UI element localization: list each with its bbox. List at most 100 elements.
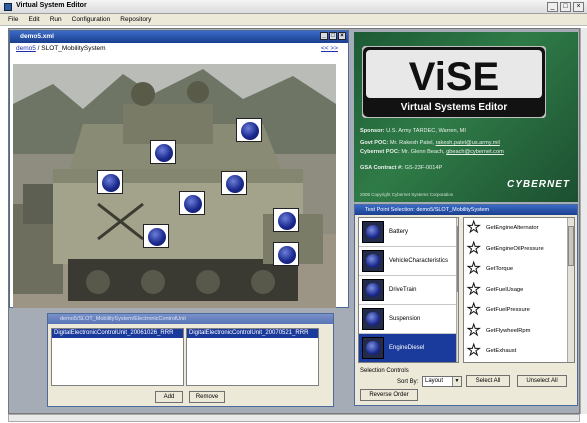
subsystem-window-title: demo5/SLOT_MobilitySystem/ElectronicCont… [48, 314, 333, 324]
test-function-item[interactable]: ★ GetFlywheelRpm [464, 321, 574, 342]
subsystem-icon [362, 221, 384, 243]
cybernet-poc-label: Cybernet POC: [360, 149, 400, 155]
test-point-side-lower[interactable] [273, 242, 299, 266]
breadcrumb-path: / SLOT_MobilitySystem [35, 45, 106, 52]
cybernet-poc-line: Cybernet POC: Mr. Glenn Beach, gbeach@cy… [360, 149, 504, 155]
test-function-item[interactable]: ★ GetEngineAlternator [464, 218, 574, 239]
subsystem-label: Battery [389, 229, 409, 235]
add-button[interactable]: Add [155, 391, 183, 403]
star-icon[interactable]: ★ [466, 219, 480, 236]
subsystem-versions-window: demo5/SLOT_MobilitySystem/ElectronicCont… [47, 313, 334, 407]
menu-repository[interactable]: Repository [120, 14, 151, 25]
select-all-button[interactable]: Select All [466, 375, 510, 387]
demo-close-button[interactable]: × [338, 32, 346, 40]
demo-window-title-text: demo5.xml [20, 33, 54, 40]
menu-configuration[interactable]: Configuration [72, 14, 111, 25]
star-icon[interactable]: ★ [466, 301, 480, 318]
remove-button[interactable]: Remove [189, 391, 225, 403]
app-titlebar: Virtual System Editor _ □ × [0, 0, 587, 14]
sort-by-select[interactable]: Layout ▼ [422, 376, 462, 387]
selected-list[interactable]: DigitalElectronicControlUnit_20070521_RR… [186, 328, 319, 386]
cybernet-poc-email[interactable]: gbeach@cybernet.com [446, 149, 504, 155]
subsystem-label: DriveTrain [389, 287, 417, 293]
test-function-item[interactable]: ★ GetEngineOilPressure [464, 239, 574, 260]
subsystem-item-drive-train[interactable]: DriveTrain [359, 276, 458, 305]
test-function-label: GetFuelUsage [486, 286, 524, 293]
cybernet-brand: CYBERNET [506, 179, 570, 190]
chevron-down-icon[interactable]: ▼ [452, 377, 461, 386]
test-point-selection-window: Test Point Selection: demo5/SLOT_Mobilit… [354, 204, 578, 406]
sponsor-value: U.S. Army TARDEC, Warren, MI [386, 128, 466, 134]
maximize-button[interactable]: □ [560, 2, 571, 12]
subsystem-item-engine-diesel[interactable]: EngineDiesel [359, 334, 458, 362]
copyright-text: 2006 Copyright Cybernet Systems Corporat… [360, 192, 454, 197]
unselect-all-button[interactable]: Unselect All [517, 375, 567, 387]
subsystem-item-vehicle-characteristics[interactable]: VehicleCharacteristics [359, 247, 458, 276]
subsystem-label: Suspension [389, 316, 421, 322]
test-function-scrollbar-thumb[interactable] [568, 226, 574, 266]
horizontal-scrollbar[interactable] [8, 414, 580, 422]
selected-list-item[interactable]: DigitalElectronicControlUnit_20070521_RR… [187, 329, 318, 338]
star-icon[interactable]: ★ [466, 240, 480, 257]
star-icon[interactable]: ★ [466, 260, 480, 277]
test-function-item[interactable]: ★ GetExhaust [464, 341, 574, 362]
menu-bar: File Edit Run Configuration Repository [0, 14, 587, 26]
minimize-button[interactable]: _ [547, 2, 558, 12]
subsystem-item-suspension[interactable]: Suspension [359, 305, 458, 334]
test-function-label: GetEngineOilPressure [486, 245, 544, 252]
govt-poc-label: Govt POC: [360, 140, 389, 146]
test-point-turret-right[interactable] [236, 118, 262, 142]
star-icon[interactable]: ★ [466, 281, 480, 298]
subsystem-icon [362, 337, 384, 359]
test-function-label: GetEngineAlternator [486, 225, 539, 231]
close-button[interactable]: × [573, 2, 584, 12]
test-point-hull-right[interactable] [221, 171, 247, 195]
selection-controls-label: Selection Controls [360, 368, 409, 374]
menu-run[interactable]: Run [50, 14, 62, 25]
nav-arrows[interactable]: << >> [321, 43, 338, 55]
govt-poc-line: Govt POC: Mr. Rakesh Patel, rakesh.patel… [360, 140, 500, 146]
available-list[interactable]: DigitalElectronicControlUnit_20061026_RR… [51, 328, 184, 386]
subsystem-icon [362, 308, 384, 330]
demo-minimize-button[interactable]: _ [320, 32, 328, 40]
test-point-hull-left[interactable] [97, 170, 123, 194]
vise-logo-text: ViSE [409, 55, 499, 99]
sort-by-label: Sort By: [397, 379, 419, 385]
reverse-order-button[interactable]: Reverse Order [360, 389, 418, 401]
breadcrumb-link[interactable]: demo5 [16, 45, 36, 52]
demo-window-title: demo5.xml _ □ × [10, 31, 348, 43]
test-point-hull-center[interactable] [179, 191, 205, 215]
test-function-list[interactable]: ★ GetEngineAlternator ★ GetEngineOilPres… [463, 217, 575, 363]
vise-banner: ViSE Virtual Systems Editor Sponsor: U.S… [354, 32, 578, 202]
demo-maximize-button[interactable]: □ [329, 32, 337, 40]
govt-poc-email[interactable]: rakesh.patel@us.army.mil [436, 140, 500, 146]
test-point-front-lower[interactable] [143, 224, 169, 248]
test-function-item[interactable]: ★ GetFuelPressure [464, 300, 574, 321]
star-icon[interactable]: ★ [466, 322, 480, 339]
subsystem-label: VehicleCharacteristics [389, 258, 449, 264]
test-function-scrollbar[interactable] [567, 218, 574, 362]
subsystem-item-battery[interactable]: Battery [359, 218, 458, 247]
star-icon[interactable]: ★ [466, 342, 480, 359]
subsystem-list[interactable]: Battery VehicleCharacteristics DriveTrai… [358, 217, 459, 363]
menu-file[interactable]: File [8, 14, 18, 25]
available-list-item[interactable]: DigitalElectronicControlUnit_20061026_RR… [52, 329, 183, 338]
subsystem-scrollbar-thumb[interactable] [457, 226, 458, 292]
test-point-selection-title: Test Point Selection: demo5/SLOT_Mobilit… [355, 205, 577, 215]
test-function-item[interactable]: ★ GetTorque [464, 259, 574, 280]
test-point-side-upper[interactable] [273, 208, 299, 232]
subsystem-scrollbar[interactable] [456, 218, 458, 362]
vertical-scrollbar[interactable] [580, 28, 587, 414]
sort-by-value: Layout [425, 378, 444, 384]
gsa-contract-line: GSA Contract #: GS-23F-0014P [360, 165, 442, 171]
cybernet-poc-value: Mr. Glenn Beach, [401, 149, 445, 155]
test-point-turret-left[interactable] [150, 140, 176, 164]
test-function-label: GetTorque [486, 266, 514, 272]
govt-poc-value: Mr. Rakesh Patel, [389, 140, 434, 146]
test-function-label: GetFuelPressure [486, 307, 530, 313]
vehicle-illustration [13, 64, 336, 308]
subsystem-icon [362, 279, 384, 301]
vise-logo: ViSE Virtual Systems Editor [362, 46, 546, 118]
menu-edit[interactable]: Edit [28, 14, 39, 25]
test-function-item[interactable]: ★ GetFuelUsage [464, 280, 574, 301]
